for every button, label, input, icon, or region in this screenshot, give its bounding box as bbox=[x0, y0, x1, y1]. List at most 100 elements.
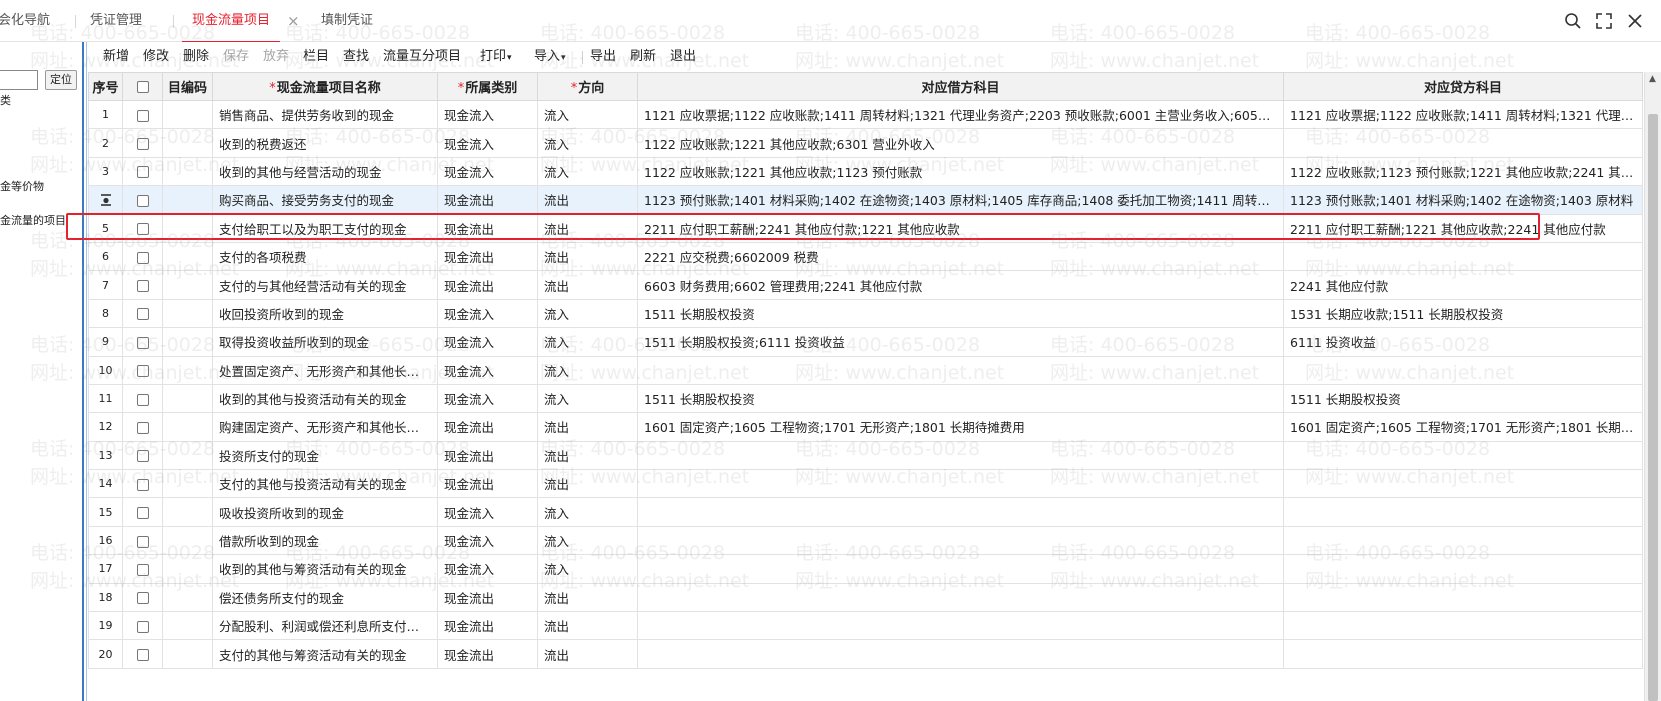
row-code-cell[interactable] bbox=[162, 128, 213, 158]
row-credit-cell[interactable] bbox=[1283, 525, 1643, 556]
row-code-cell[interactable] bbox=[162, 440, 213, 471]
row-category-cell[interactable]: 现金流入 bbox=[437, 554, 538, 584]
tab-voucher-management[interactable]: 凭证管理 bbox=[90, 0, 142, 42]
add-button[interactable]: 新增 bbox=[103, 42, 129, 72]
row-credit-cell[interactable]: 6111 投资收益 bbox=[1283, 327, 1643, 357]
row-code-cell[interactable] bbox=[162, 611, 213, 641]
row-credit-cell[interactable] bbox=[1283, 128, 1643, 158]
row-debit-cell[interactable]: 1511 长期股权投资;6111 投资收益 bbox=[637, 327, 1284, 357]
select-all-checkbox[interactable] bbox=[136, 80, 149, 93]
row-code-cell[interactable] bbox=[162, 99, 213, 130]
row-name-cell[interactable]: 吸收投资所收到的现金 bbox=[212, 497, 438, 527]
row-name-cell[interactable]: 收回投资所收到的现金 bbox=[212, 298, 438, 329]
tree-item[interactable]: 类 bbox=[0, 92, 11, 108]
row-checkbox[interactable] bbox=[136, 280, 149, 293]
row-direction-cell[interactable]: 流出 bbox=[537, 440, 638, 471]
row-debit-cell[interactable]: 2211 应付职工薪酬;2241 其他应付款;1221 其他应收款 bbox=[637, 213, 1284, 243]
import-button[interactable]: 导入▾ bbox=[534, 42, 566, 72]
row-credit-cell[interactable]: 2211 应付职工薪酬;1221 其他应收款;2241 其他应付款 bbox=[1283, 213, 1643, 243]
row-direction-cell[interactable]: 流入 bbox=[537, 355, 638, 385]
locate-input[interactable] bbox=[0, 70, 38, 90]
table-row[interactable]: 20 支付的其他与筹资活动有关的现金 现金流出 流出 bbox=[88, 639, 1643, 669]
row-code-cell[interactable] bbox=[162, 497, 213, 527]
row-credit-cell[interactable] bbox=[1283, 241, 1643, 272]
row-debit-cell[interactable] bbox=[637, 554, 1284, 584]
row-debit-cell[interactable] bbox=[637, 355, 1284, 385]
row-credit-cell[interactable]: 1121 应收票据;1122 应收账款;1411 周转材料;1321 代理业务资… bbox=[1283, 99, 1643, 130]
row-credit-cell[interactable]: 2241 其他应付款 bbox=[1283, 270, 1643, 300]
tab-nav[interactable]: 会化导航 bbox=[0, 0, 50, 42]
row-direction-cell[interactable]: 流入 bbox=[537, 383, 638, 414]
row-checkbox[interactable] bbox=[136, 308, 149, 321]
table-row[interactable]: 18 偿还债务所支付的现金 现金流出 流出 bbox=[88, 582, 1643, 613]
table-row[interactable]: 6 支付的各项税费 现金流出 流出 2221 应交税费;6602009 税费 bbox=[88, 241, 1643, 272]
row-debit-cell[interactable] bbox=[637, 611, 1284, 641]
row-code-cell[interactable] bbox=[162, 525, 213, 556]
row-category-cell[interactable]: 现金流出 bbox=[437, 639, 538, 669]
row-category-cell[interactable]: 现金流出 bbox=[437, 582, 538, 613]
row-checkbox[interactable] bbox=[136, 138, 149, 151]
row-debit-cell[interactable]: 1601 固定资产;1605 工程物资;1701 无形资产;1801 长期待摊费… bbox=[637, 412, 1284, 442]
row-debit-cell[interactable]: 1121 应收票据;1122 应收账款;1411 周转材料;1321 代理业务资… bbox=[637, 99, 1284, 130]
row-direction-cell[interactable]: 流出 bbox=[537, 639, 638, 669]
row-name-cell[interactable]: 支付的其他与筹资活动有关的现金 bbox=[212, 639, 438, 669]
locate-button[interactable]: 定位 bbox=[45, 70, 77, 90]
row-direction-cell[interactable]: 流出 bbox=[537, 582, 638, 613]
table-row[interactable]: 13 投资所支付的现金 现金流出 流出 bbox=[88, 440, 1643, 471]
row-checkbox[interactable] bbox=[136, 194, 149, 207]
row-code-cell[interactable] bbox=[162, 383, 213, 414]
row-checkbox[interactable] bbox=[136, 563, 149, 576]
row-credit-cell[interactable]: 1531 长期应收款;1511 长期股权投资 bbox=[1283, 298, 1643, 329]
row-checkbox[interactable] bbox=[136, 620, 149, 633]
table-row[interactable]: 15 吸收投资所收到的现金 现金流入 流入 bbox=[88, 497, 1643, 527]
table-row[interactable]: 17 收到的其他与筹资活动有关的现金 现金流入 流入 bbox=[88, 554, 1643, 584]
panel-splitter[interactable] bbox=[82, 42, 87, 701]
table-row[interactable]: 购买商品、接受劳务支付的现金 现金流出 流出 1123 预付账款;1401 材料采购;… bbox=[88, 185, 1643, 215]
row-checkbox[interactable] bbox=[136, 336, 149, 349]
row-code-cell[interactable] bbox=[162, 469, 213, 499]
row-direction-cell[interactable]: 流出 bbox=[537, 270, 638, 300]
row-checkbox[interactable] bbox=[136, 478, 149, 491]
row-code-cell[interactable] bbox=[162, 270, 213, 300]
row-checkbox[interactable] bbox=[136, 365, 149, 378]
row-debit-cell[interactable]: 6603 财务费用;6602 管理费用;2241 其他应付款 bbox=[637, 270, 1284, 300]
row-debit-cell[interactable] bbox=[637, 497, 1284, 527]
row-direction-cell[interactable]: 流出 bbox=[537, 469, 638, 499]
row-checkbox[interactable] bbox=[136, 507, 149, 520]
row-code-cell[interactable] bbox=[162, 241, 213, 272]
row-direction-cell[interactable]: 流入 bbox=[537, 128, 638, 158]
row-category-cell[interactable]: 现金流出 bbox=[437, 469, 538, 499]
table-row[interactable]: 5 支付给职工以及为职工支付的现金 现金流出 流出 2211 应付职工薪酬;2241 其… bbox=[88, 213, 1643, 243]
row-checkbox[interactable] bbox=[136, 535, 149, 548]
table-row[interactable]: 14 支付的其他与投资活动有关的现金 现金流出 流出 bbox=[88, 469, 1643, 499]
modify-button[interactable]: 修改 bbox=[143, 42, 169, 72]
row-credit-cell[interactable] bbox=[1283, 582, 1643, 613]
row-name-cell[interactable]: 销售商品、提供劳务收到的现金 bbox=[212, 99, 438, 130]
row-direction-cell[interactable]: 流入 bbox=[537, 554, 638, 584]
refresh-button[interactable]: 刷新 bbox=[630, 42, 656, 72]
table-row[interactable]: 9 取得投资收益所收到的现金 现金流入 流入 1511 长期股权投资;6111 投资收益… bbox=[88, 327, 1643, 357]
table-row[interactable]: 11 收到的其他与投资活动有关的现金 现金流入 流入 1511 长期股权投资 1511 长… bbox=[88, 383, 1643, 414]
row-name-cell[interactable]: 投资所支付的现金 bbox=[212, 440, 438, 471]
row-name-cell[interactable]: 支付给职工以及为职工支付的现金 bbox=[212, 213, 438, 243]
vertical-scrollbar[interactable]: ▲ bbox=[1644, 72, 1661, 701]
row-name-cell[interactable]: 处置固定资产、无形资产和其他长期资产所收回的现金净额 bbox=[212, 355, 438, 385]
row-category-cell[interactable]: 现金流入 bbox=[437, 525, 538, 556]
print-button[interactable]: 打印▾ bbox=[480, 42, 512, 72]
row-credit-cell[interactable] bbox=[1283, 497, 1643, 527]
row-credit-cell[interactable] bbox=[1283, 355, 1643, 385]
row-category-cell[interactable]: 现金流入 bbox=[437, 497, 538, 527]
row-credit-cell[interactable]: 1601 固定资产;1605 工程物资;1701 无形资产;1801 长期待摊费… bbox=[1283, 412, 1643, 442]
row-checkbox[interactable] bbox=[136, 649, 149, 662]
row-debit-cell[interactable] bbox=[637, 469, 1284, 499]
maximize-icon[interactable] bbox=[1594, 11, 1614, 31]
close-icon[interactable] bbox=[1625, 11, 1645, 31]
row-category-cell[interactable]: 现金流出 bbox=[437, 185, 538, 215]
table-row[interactable]: 16 借款所收到的现金 现金流入 流入 bbox=[88, 525, 1643, 556]
row-category-cell[interactable]: 现金流入 bbox=[437, 298, 538, 329]
tab-fill-voucher[interactable]: 填制凭证 bbox=[321, 0, 373, 42]
row-name-cell[interactable]: 分配股利、利润或偿还利息所支付的现金 bbox=[212, 611, 438, 641]
row-name-cell[interactable]: 支付的各项税费 bbox=[212, 241, 438, 272]
row-direction-cell[interactable]: 流出 bbox=[537, 185, 638, 215]
row-checkbox[interactable] bbox=[136, 592, 149, 605]
